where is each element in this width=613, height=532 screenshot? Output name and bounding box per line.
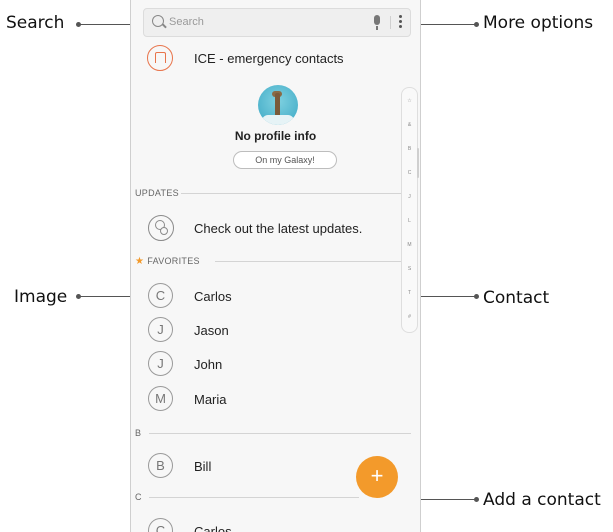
contact-row[interactable]: C Carlos xyxy=(131,279,401,313)
leader-dot-more-options xyxy=(474,22,479,27)
callout-more-options: More options xyxy=(483,13,594,33)
leader-dot-add-contact xyxy=(474,497,479,502)
contact-image[interactable]: B xyxy=(148,453,173,478)
more-options-icon[interactable] xyxy=(399,15,402,30)
updates-icon xyxy=(148,215,174,241)
callout-add-contact: Add a contact xyxy=(483,490,601,510)
contact-row[interactable]: M Maria xyxy=(131,382,401,416)
section-divider xyxy=(149,433,411,434)
contact-name: Jason xyxy=(194,323,229,338)
leader-dot-contact xyxy=(474,294,479,299)
leader-dot-search xyxy=(76,22,81,27)
contact-image[interactable]: C xyxy=(148,283,173,308)
leader-dot-image xyxy=(76,294,81,299)
search-icon xyxy=(152,15,164,27)
section-header-c: C xyxy=(135,492,142,502)
index-letter[interactable]: L xyxy=(402,218,417,224)
scrollbar[interactable] xyxy=(417,148,419,178)
contact-image[interactable]: M xyxy=(148,386,173,411)
divider xyxy=(390,16,391,29)
microphone-icon[interactable] xyxy=(374,15,380,30)
ice-label: ICE - emergency contacts xyxy=(194,51,344,66)
search-bar[interactable]: Search xyxy=(143,8,411,37)
index-letter[interactable]: T xyxy=(402,290,417,296)
contact-name: Carlos xyxy=(194,524,232,532)
index-letter[interactable]: S xyxy=(402,266,417,272)
section-divider xyxy=(149,497,359,498)
account-badge[interactable]: On my Galaxy! xyxy=(233,151,337,169)
index-letter[interactable]: & xyxy=(402,122,417,128)
alphabet-index-scroller[interactable]: ☆ & B C J L M S T # xyxy=(401,87,418,333)
index-letter[interactable]: ☆ xyxy=(402,98,417,104)
contact-row[interactable]: J Jason xyxy=(131,313,401,347)
index-letter[interactable]: C xyxy=(402,170,417,176)
callout-contact: Contact xyxy=(483,288,550,308)
index-letter[interactable]: M xyxy=(402,242,417,248)
profile-title: No profile info xyxy=(234,129,317,143)
index-letter[interactable]: J xyxy=(402,194,417,200)
section-header-b: B xyxy=(135,428,142,438)
section-divider xyxy=(181,193,411,194)
contact-name: John xyxy=(194,357,223,372)
contact-row[interactable]: C Carlos xyxy=(131,514,401,532)
section-header-updates: UPDATES xyxy=(135,188,179,198)
profile-avatar[interactable] xyxy=(258,85,298,125)
section-divider xyxy=(215,261,411,262)
emergency-icon xyxy=(147,45,173,71)
contact-name: Maria xyxy=(194,392,227,407)
search-input[interactable]: Search xyxy=(169,16,204,28)
contact-row[interactable]: J John xyxy=(131,347,401,381)
contact-name: Carlos xyxy=(194,289,232,304)
contact-image[interactable]: J xyxy=(148,351,173,376)
section-header-favorites: ★ FAVORITES xyxy=(135,256,200,267)
star-icon: ★ xyxy=(135,256,145,267)
contact-image[interactable]: J xyxy=(148,317,173,342)
contact-image[interactable]: C xyxy=(148,518,173,532)
callout-image: Image xyxy=(14,287,68,307)
contact-name: Bill xyxy=(194,459,212,474)
index-letter[interactable]: B xyxy=(402,146,417,152)
callout-search: Search xyxy=(6,13,65,33)
add-contact-button[interactable]: + xyxy=(356,456,398,498)
contacts-screen: Search ICE - emergency contacts No profi… xyxy=(130,0,421,532)
index-letter[interactable]: # xyxy=(402,314,417,320)
updates-label: Check out the latest updates. xyxy=(194,221,363,236)
